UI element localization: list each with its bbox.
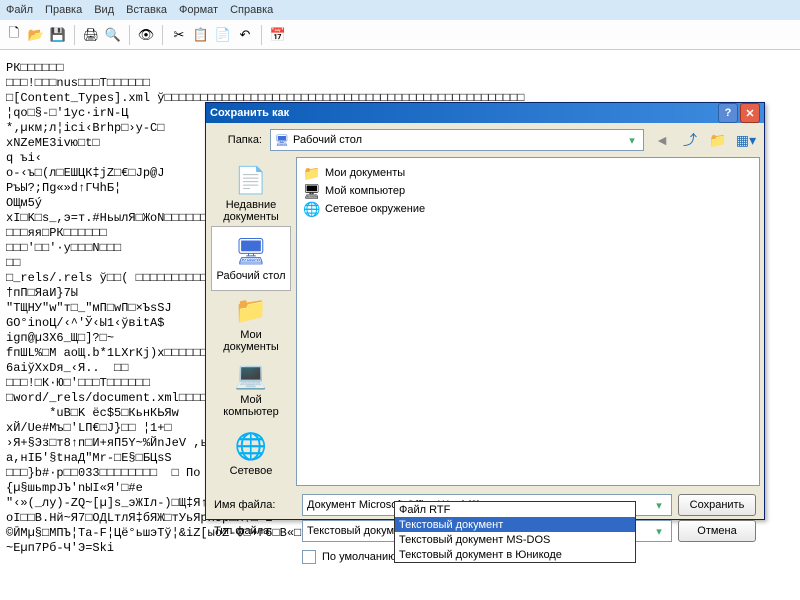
place-label: Рабочий стол <box>216 270 285 282</box>
date-icon[interactable]: 📅 <box>270 27 286 43</box>
cut-icon[interactable]: ✂ <box>171 27 187 43</box>
place-network[interactable]: 🌐 Сетевое <box>211 421 291 486</box>
place-desktop[interactable]: 🖥 Рабочий стол <box>211 226 291 291</box>
dialog-middle: 📄Недавние документы 🖥Рабочий стол 📁Мои д… <box>206 157 764 486</box>
up-icon[interactable]: ⤴ <box>680 130 700 150</box>
help-button[interactable]: ? <box>718 103 738 123</box>
place-label: Мои документы <box>212 329 290 353</box>
find-icon[interactable]: 👁 <box>138 27 154 43</box>
copy-icon[interactable]: 📋 <box>193 27 209 43</box>
default-label: По умолчанию <box>322 551 396 563</box>
menu-insert[interactable]: Вставка <box>126 4 167 16</box>
folder-combo[interactable]: 🖥 Рабочий стол ▾ <box>270 129 644 151</box>
dropdown-option[interactable]: Текстовый документ <box>395 517 635 532</box>
menu-edit[interactable]: Правка <box>45 4 82 16</box>
separator <box>162 25 163 45</box>
filename-label: Имя файла: <box>214 499 296 511</box>
save-icon[interactable]: 💾 <box>50 27 66 43</box>
toolbar: 🗋 📂 💾 🖨 🔍 👁 ✂ 📋 📄 ↶ 📅 <box>0 20 800 50</box>
open-icon[interactable]: 📂 <box>28 27 44 43</box>
default-checkbox[interactable] <box>302 550 316 564</box>
file-item[interactable]: 🖥 Мой компьютер <box>303 182 753 200</box>
filetype-dropdown[interactable]: Файл RTF Текстовый документ Текстовый до… <box>394 501 636 563</box>
file-item[interactable]: 📁 Мои документы <box>303 164 753 182</box>
cancel-button[interactable]: Отмена <box>678 520 756 542</box>
place-recent[interactable]: 📄Недавние документы <box>211 161 291 226</box>
separator <box>261 25 262 45</box>
network-icon: 🌐 <box>303 201 319 218</box>
computer-icon: 🖥 <box>303 183 319 200</box>
place-documents[interactable]: 📁Мои документы <box>211 291 291 356</box>
chevron-down-icon[interactable]: ▾ <box>625 134 639 147</box>
recent-icon: 📄 <box>235 165 267 197</box>
new-icon[interactable]: 🗋 <box>6 27 22 43</box>
dialog-title: Сохранить как <box>210 107 716 119</box>
menu-file[interactable]: Файл <box>6 4 33 16</box>
separator <box>129 25 130 45</box>
back-icon[interactable]: ◄ <box>652 130 672 150</box>
desktop-icon: 🖥 <box>275 134 289 147</box>
save-as-dialog: Сохранить как ? ✕ Папка: 🖥 Рабочий стол … <box>205 102 765 520</box>
folder-value: Рабочий стол <box>293 134 362 146</box>
menu-format[interactable]: Формат <box>179 4 218 16</box>
computer-icon: 💻 <box>235 360 267 392</box>
place-label: Мой компьютер <box>212 394 290 418</box>
folder-label: Папка: <box>214 134 262 146</box>
network-icon: 🌐 <box>235 431 267 463</box>
dropdown-option[interactable]: Текстовый документ MS-DOS <box>395 532 635 547</box>
menu-view[interactable]: Вид <box>94 4 114 16</box>
undo-icon[interactable]: ↶ <box>237 27 253 43</box>
chevron-down-icon[interactable]: ▾ <box>651 525 667 538</box>
dropdown-option[interactable]: Текстовый документ в Юникоде <box>395 547 635 562</box>
dropdown-option[interactable]: Файл RTF <box>395 502 635 517</box>
file-label: Мой компьютер <box>325 185 405 197</box>
places-bar: 📄Недавние документы 🖥 Рабочий стол 📁Мои д… <box>206 157 296 486</box>
folder-row: Папка: 🖥 Рабочий стол ▾ ◄ ⤴ 📁 ▦▾ <box>206 123 764 157</box>
place-label: Сетевое <box>230 465 273 477</box>
print-icon[interactable]: 🖨 <box>83 27 99 43</box>
file-label: Сетевое окружение <box>325 203 425 215</box>
place-label: Недавние документы <box>212 199 290 223</box>
views-icon[interactable]: ▦▾ <box>736 130 756 150</box>
dialog-titlebar: Сохранить как ? ✕ <box>206 103 764 123</box>
new-folder-icon[interactable]: 📁 <box>708 130 728 150</box>
menu-bar: Файл Правка Вид Вставка Формат Справка <box>0 0 800 20</box>
separator <box>74 25 75 45</box>
filetype-label: Тип файла: <box>214 525 296 537</box>
file-item[interactable]: 🌐 Сетевое окружение <box>303 200 753 218</box>
chevron-down-icon[interactable]: ▾ <box>651 499 667 512</box>
place-computer[interactable]: 💻Мой компьютер <box>211 356 291 421</box>
paste-icon[interactable]: 📄 <box>215 27 231 43</box>
desktop-icon: 🖥 <box>235 236 267 268</box>
documents-icon: 📁 <box>235 295 267 327</box>
file-label: Мои документы <box>325 167 405 179</box>
preview-icon[interactable]: 🔍 <box>105 27 121 43</box>
menu-help[interactable]: Справка <box>230 4 273 16</box>
close-button[interactable]: ✕ <box>740 103 760 123</box>
folder-icon: 📁 <box>303 165 319 182</box>
save-button[interactable]: Сохранить <box>678 494 756 516</box>
file-list[interactable]: 📁 Мои документы 🖥 Мой компьютер 🌐 Сетевое о… <box>296 157 760 486</box>
